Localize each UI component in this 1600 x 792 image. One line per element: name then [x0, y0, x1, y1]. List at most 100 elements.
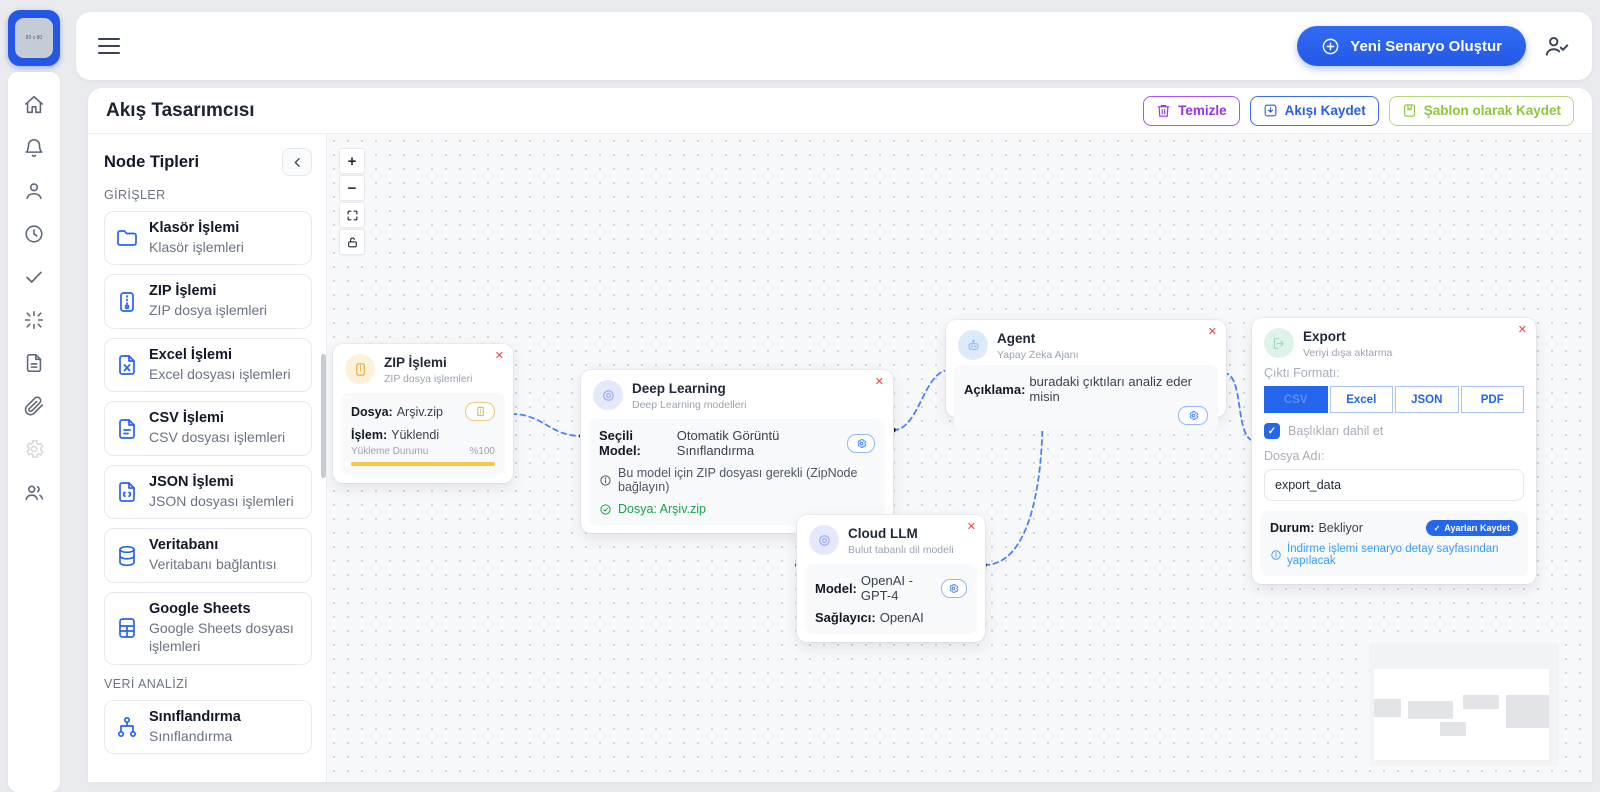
panel-collapse-button[interactable] [282, 148, 312, 176]
model-value: Otomatik Görüntü Sınıflandırma [677, 428, 847, 458]
node-agent[interactable]: Agent Yapay Zeka Ajanı Açıklama: buradak… [946, 320, 1226, 417]
palette-item-subtitle: Google Sheets dosyası işlemleri [149, 619, 301, 656]
minimap-node [1506, 695, 1549, 728]
llm-settings-button[interactable] [941, 579, 967, 598]
format-option-excel[interactable]: Excel [1330, 386, 1394, 413]
palette-item-csv[interactable]: CSV İşlemiCSV dosyası işlemleri [104, 401, 312, 455]
flow-designer-card: Akış Tasarımcısı Temizle Akışı Kaydet Şa… [88, 88, 1592, 782]
notifications-icon[interactable] [23, 137, 45, 159]
format-option-pdf[interactable]: PDF [1461, 386, 1525, 413]
model-label: Seçili Model: [599, 428, 673, 458]
edge-zip-to-deeplearning [512, 414, 582, 436]
chevron-left-icon [291, 156, 304, 169]
paperclip-icon[interactable] [23, 395, 45, 417]
export-status-box: Durum: Bekliyor Ayarları Kaydet İndirme … [1260, 511, 1528, 576]
minimap-node [1440, 722, 1466, 736]
user-icon[interactable] [23, 180, 45, 202]
document-icon[interactable] [23, 352, 45, 374]
flow-canvas[interactable]: + − [326, 134, 1592, 782]
clear-button[interactable]: Temizle [1143, 96, 1240, 126]
node-deep-learning[interactable]: Deep Learning Deep Learning modelleri Se… [581, 370, 893, 533]
csv-file-icon [115, 417, 139, 441]
agent-settings-button[interactable] [1178, 406, 1208, 425]
include-headers-label: Başlıkları dahil et [1288, 424, 1383, 438]
export-node-icon [1264, 328, 1294, 358]
cloud-llm-node-icon [809, 525, 839, 555]
node-cloud-llm[interactable]: Cloud LLM Bulut tabanlı dil modeli Model… [797, 515, 985, 642]
fit-view-button[interactable] [339, 202, 365, 228]
zoom-in-button[interactable]: + [339, 148, 365, 174]
format-selector: CSV Excel JSON PDF [1264, 386, 1524, 413]
model-settings-button[interactable] [847, 434, 875, 453]
flow-designer-header: Akış Tasarımcısı Temizle Akışı Kaydet Şa… [88, 88, 1592, 134]
close-icon[interactable] [1208, 327, 1217, 338]
history-clock-icon[interactable] [23, 223, 45, 245]
excel-file-icon [115, 353, 139, 377]
include-headers-checkbox[interactable]: Başlıkları dahil et [1264, 423, 1524, 439]
plus-circle-icon [1321, 37, 1340, 56]
new-scenario-label: Yeni Senaryo Oluştur [1350, 38, 1502, 55]
minimap-node [1408, 701, 1453, 719]
palette-item-zip[interactable]: ZIP İşlemiZIP dosya işlemleri [104, 274, 312, 328]
gear-icon [856, 438, 867, 449]
clear-label: Temizle [1178, 103, 1227, 118]
node-title: Cloud LLM [848, 525, 954, 541]
format-option-csv[interactable]: CSV [1264, 386, 1328, 413]
settings-gear-icon[interactable] [23, 438, 45, 460]
palette-item-folder[interactable]: Klasör İşlemiKlasör işlemleri [104, 211, 312, 265]
palette-item-database[interactable]: VeritabanıVeritabanı bağlantısı [104, 528, 312, 582]
description-value: buradaki çıktıları analiz eder misin [1029, 374, 1208, 404]
deep-learning-node-icon [593, 380, 623, 410]
operation-value: Yüklendi [391, 428, 439, 442]
close-icon[interactable] [495, 351, 504, 362]
save-template-label: Şablon olarak Kaydet [1424, 103, 1561, 118]
format-option-json[interactable]: JSON [1395, 386, 1459, 413]
app-logo: 80 x 80 [8, 10, 60, 66]
folder-icon [115, 226, 139, 250]
node-title: Deep Learning [632, 380, 746, 396]
new-scenario-button[interactable]: Yeni Senaryo Oluştur [1297, 26, 1526, 66]
filename-input[interactable] [1264, 469, 1524, 501]
progress-value: %100 [469, 446, 495, 457]
palette-item-classification[interactable]: SınıflandırmaSınıflandırma [104, 700, 312, 754]
palette-item-json[interactable]: JSON İşlemiJSON dosyası işlemleri [104, 465, 312, 519]
save-flow-button[interactable]: Akışı Kaydet [1250, 96, 1379, 126]
lock-button[interactable] [339, 229, 365, 255]
settings-saved-badge[interactable]: Ayarları Kaydet [1426, 520, 1518, 536]
check-icon[interactable] [23, 266, 45, 288]
model-value: OpenAI - GPT-4 [861, 573, 941, 603]
close-icon[interactable] [967, 522, 976, 533]
save-template-button[interactable]: Şablon olarak Kaydet [1389, 96, 1574, 126]
node-zip[interactable]: ZIP İşlemi ZIP dosya işlemleri Dosya:Arş… [333, 344, 513, 483]
palette-item-title: ZIP İşlemi [149, 283, 267, 299]
model-label: Model: [815, 581, 857, 596]
node-subtitle: ZIP dosya işlemleri [384, 373, 473, 385]
file-value: Arşiv.zip [397, 405, 443, 419]
zip-config-button[interactable] [465, 402, 495, 421]
palette-item-subtitle: Klasör işlemleri [149, 238, 244, 256]
minimap[interactable] [1369, 643, 1559, 766]
palette-item-sheets[interactable]: Google SheetsGoogle Sheets dosyası işlem… [104, 592, 312, 665]
node-export[interactable]: Export Veriyi dışa aktarma Çıktı Formatı… [1252, 318, 1536, 584]
zoom-out-button[interactable]: − [339, 175, 365, 201]
node-subtitle: Bulut tabanlı dil modeli [848, 544, 954, 556]
palette-item-excel[interactable]: Excel İşlemiExcel dosyası işlemleri [104, 338, 312, 392]
loader-icon[interactable] [23, 309, 45, 331]
progress-label: Yükleme Durumu [351, 446, 428, 457]
palette-item-title: Excel İşlemi [149, 347, 291, 363]
provider-label: Sağlayıcı: [815, 610, 876, 625]
checkbox-checked-icon [1264, 423, 1280, 439]
top-bar: Yeni Senaryo Oluştur [76, 12, 1592, 80]
fit-view-icon [346, 209, 359, 222]
close-icon[interactable] [875, 377, 884, 388]
palette-item-subtitle: Sınıflandırma [149, 727, 241, 745]
home-icon[interactable] [23, 94, 45, 116]
zip-node-icon [345, 354, 375, 384]
left-rail: 80 x 80 [8, 10, 60, 782]
node-subtitle: Deep Learning modelleri [632, 399, 746, 411]
users-group-icon[interactable] [23, 481, 45, 503]
user-check-icon[interactable] [1544, 33, 1570, 59]
gear-icon [1188, 410, 1199, 421]
menu-hamburger-icon[interactable] [98, 38, 120, 54]
close-icon[interactable] [1518, 325, 1527, 336]
